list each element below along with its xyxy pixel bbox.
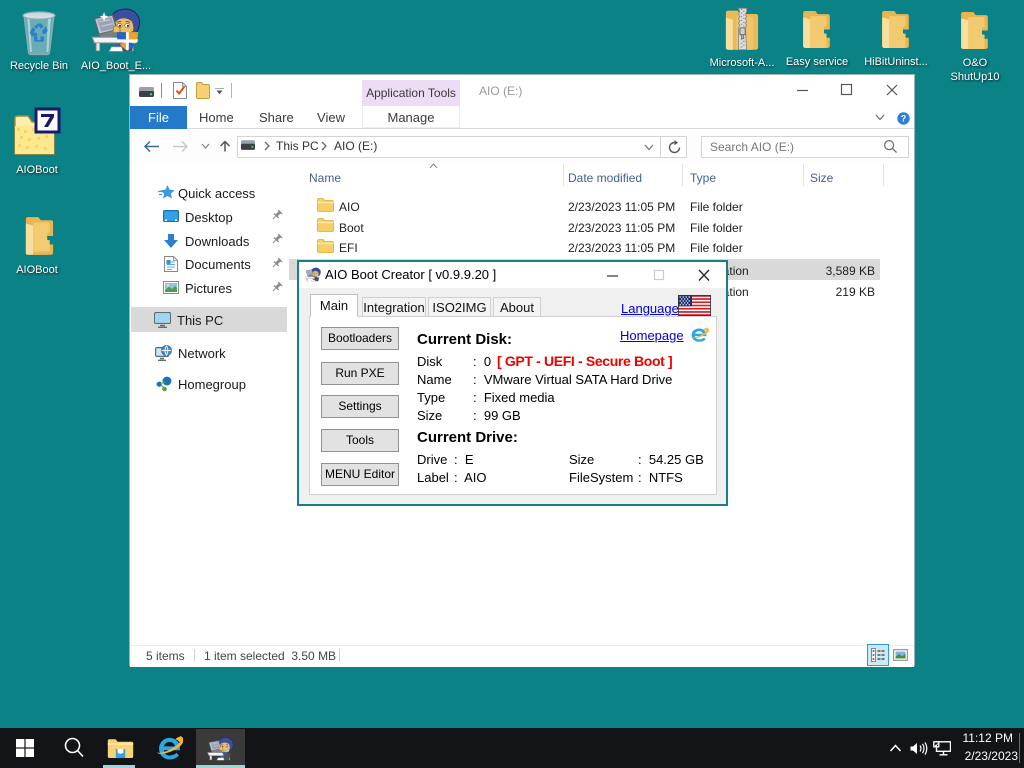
svg-text:?: ? xyxy=(901,114,907,124)
